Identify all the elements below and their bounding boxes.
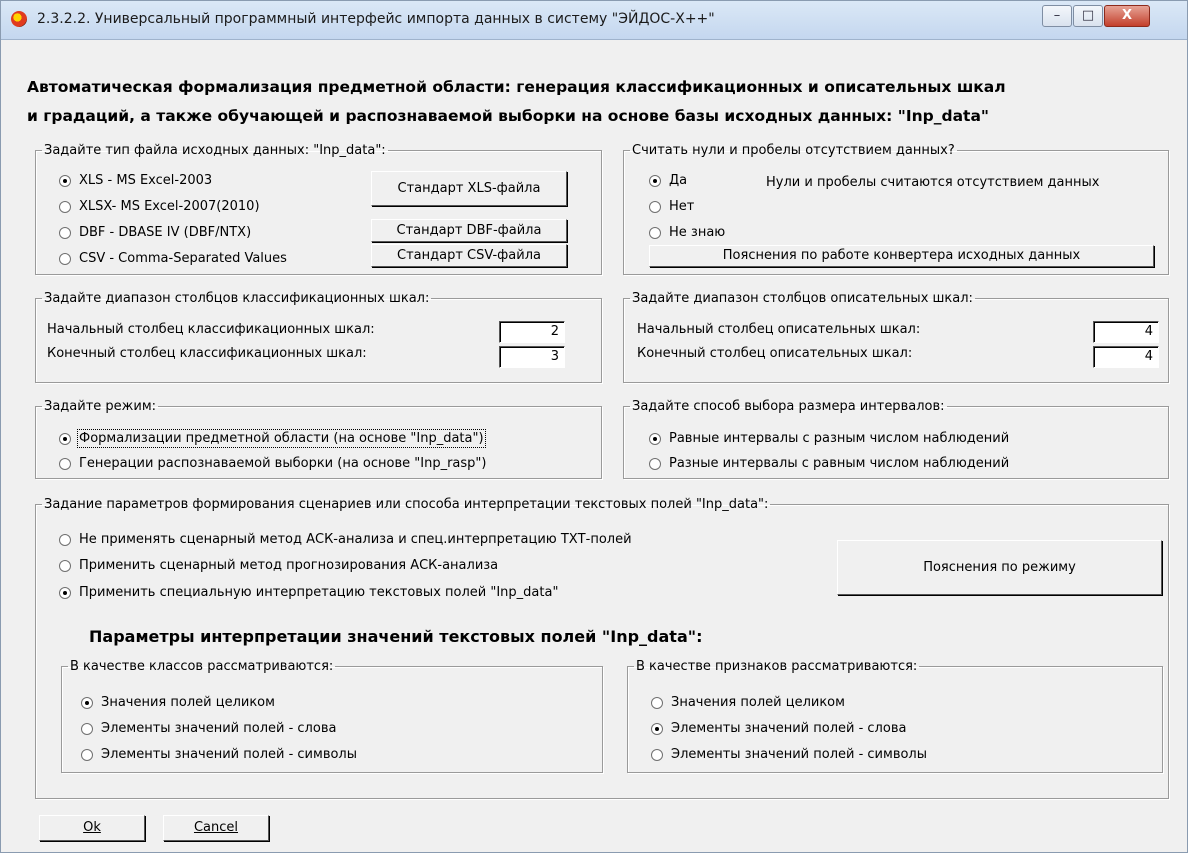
- file-type-legend: Задайте тип файла исходных данных: "Inp_…: [44, 143, 386, 158]
- radio-icon[interactable]: [649, 200, 661, 213]
- radio-icon[interactable]: [649, 174, 661, 187]
- converter-explain-button[interactable]: Пояснения по работе конвертера исходных …: [649, 245, 1154, 267]
- interp-params-heading: Параметры интерпретации значений текстов…: [89, 627, 703, 646]
- title-bar[interactable]: 2.3.2.2. Универсальный программный интер…: [1, 1, 1187, 40]
- radio-icon[interactable]: [651, 748, 663, 761]
- classes-legend: В качестве классов рассматриваются:: [70, 659, 334, 674]
- app-icon: [11, 11, 27, 27]
- file-type-radio-xlsx[interactable]: XLSX- MS Excel-2007(2010): [59, 199, 260, 214]
- scenario-radio-none[interactable]: Не применять сценарный метод АСК-анализа…: [59, 532, 632, 547]
- scenario-radio-text-interp[interactable]: Применить специальную интерпретацию текс…: [59, 585, 558, 600]
- file-type-radio-dbf[interactable]: DBF - DBASE IV (DBF/NTX): [59, 225, 251, 240]
- radio-icon[interactable]: [649, 432, 661, 445]
- maximize-button[interactable]: □: [1073, 5, 1103, 27]
- close-button[interactable]: X: [1104, 5, 1150, 27]
- desc-range-group: Задайте диапазон столбцов описательных ш…: [623, 291, 1169, 383]
- scenario-radio-forecast[interactable]: Применить сценарный метод прогнозировани…: [59, 558, 498, 573]
- radio-icon[interactable]: [81, 748, 93, 761]
- window-title: 2.3.2.2. Универсальный программный интер…: [37, 11, 715, 27]
- radio-icon[interactable]: [651, 722, 663, 735]
- classes-radio-whole[interactable]: Значения полей целиком: [81, 695, 275, 710]
- mode-radio-generation[interactable]: Генерации распознаваемой выборки (на осн…: [59, 456, 486, 471]
- heading-line-2: и градаций, а также обучающей и распозна…: [27, 107, 989, 125]
- desc-start-input[interactable]: 4: [1093, 321, 1159, 343]
- classes-radio-symbols[interactable]: Элементы значений полей - символы: [81, 747, 357, 762]
- mode-explain-button[interactable]: Пояснения по режиму: [837, 540, 1162, 595]
- zeros-radio-no[interactable]: Нет: [649, 199, 694, 214]
- radio-icon[interactable]: [649, 226, 661, 239]
- file-type-radio-xls[interactable]: XLS - MS Excel-2003: [59, 173, 212, 188]
- features-radio-words[interactable]: Элементы значений полей - слова: [651, 721, 906, 736]
- radio-icon[interactable]: [59, 586, 71, 599]
- csv-standard-button[interactable]: Стандарт CSV-файла: [371, 244, 567, 267]
- radio-icon[interactable]: [59, 226, 71, 239]
- radio-icon[interactable]: [59, 457, 71, 470]
- xls-standard-button[interactable]: Стандарт XLS-файла: [371, 171, 567, 206]
- intervals-radio-unequal[interactable]: Разные интервалы с равным числом наблюде…: [649, 456, 1009, 471]
- radio-icon[interactable]: [59, 252, 71, 265]
- zeros-missing-legend: Считать нули и пробелы отсутствием данны…: [632, 143, 955, 158]
- desc-range-legend: Задайте диапазон столбцов описательных ш…: [632, 291, 973, 306]
- mode-radio-formalization[interactable]: Формализации предметной области (на осно…: [59, 429, 486, 448]
- ok-button[interactable]: Ok: [39, 815, 145, 841]
- desc-end-input[interactable]: 4: [1093, 346, 1159, 368]
- minimize-button[interactable]: –: [1042, 5, 1072, 27]
- features-radio-whole[interactable]: Значения полей целиком: [651, 695, 845, 710]
- dialog-window: 2.3.2.2. Универсальный программный интер…: [0, 0, 1188, 853]
- class-range-legend: Задайте диапазон столбцов классификацион…: [44, 291, 430, 306]
- features-legend: В качестве признаков рассматриваются:: [636, 659, 918, 674]
- zeros-radio-unknown[interactable]: Не знаю: [649, 225, 725, 240]
- radio-icon[interactable]: [651, 696, 663, 709]
- class-end-label: Конечный столбец классификационных шкал:: [47, 346, 367, 361]
- radio-icon[interactable]: [81, 696, 93, 709]
- zeros-radio-yes[interactable]: Да: [649, 173, 687, 188]
- desc-start-label: Начальный столбец описательных шкал:: [637, 322, 921, 337]
- cancel-button[interactable]: Cancel: [163, 815, 269, 841]
- class-start-input[interactable]: 2: [499, 321, 565, 343]
- radio-icon[interactable]: [59, 559, 71, 572]
- desc-end-label: Конечный столбец описательных шкал:: [637, 346, 913, 361]
- class-start-label: Начальный столбец классификационных шкал…: [47, 322, 375, 337]
- radio-icon[interactable]: [649, 457, 661, 470]
- intervals-legend: Задайте способ выбора размера интервалов…: [632, 399, 945, 414]
- features-radio-symbols[interactable]: Элементы значений полей - символы: [651, 747, 927, 762]
- scenario-legend: Задание параметров формирования сценарие…: [44, 497, 769, 512]
- radio-icon[interactable]: [59, 200, 71, 213]
- radio-icon[interactable]: [59, 174, 71, 187]
- intervals-radio-equal[interactable]: Равные интервалы с разным числом наблюде…: [649, 431, 1009, 446]
- class-end-input[interactable]: 3: [499, 346, 565, 368]
- mode-legend: Задайте режим:: [44, 399, 157, 414]
- dbf-standard-button[interactable]: Стандарт DBF-файла: [371, 219, 567, 242]
- radio-icon[interactable]: [59, 533, 71, 546]
- zeros-note: Нули и пробелы считаются отсутствием дан…: [766, 175, 1100, 190]
- heading-line-1: Автоматическая формализация предметной о…: [27, 78, 1006, 96]
- radio-icon[interactable]: [81, 722, 93, 735]
- radio-icon[interactable]: [59, 432, 71, 445]
- file-type-radio-csv[interactable]: CSV - Comma-Separated Values: [59, 251, 287, 266]
- classes-radio-words[interactable]: Элементы значений полей - слова: [81, 721, 336, 736]
